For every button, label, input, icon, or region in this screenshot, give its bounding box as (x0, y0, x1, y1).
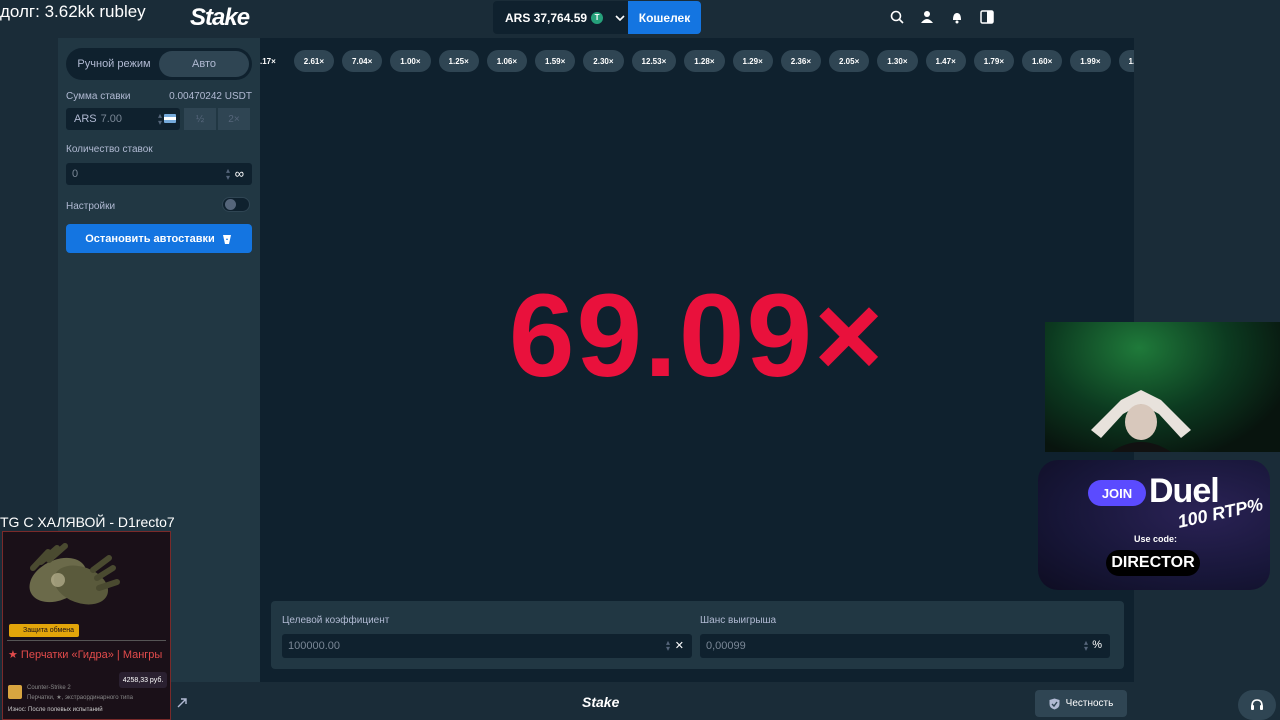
tab-manual[interactable]: Ручной режим (69, 51, 159, 77)
history-pill[interactable]: 1.59× (535, 50, 576, 72)
join-button[interactable]: JOIN (1088, 480, 1146, 506)
fairness-button[interactable]: Честность (1035, 690, 1127, 717)
use-code-label: Use code: (1134, 534, 1178, 544)
history-pill[interactable]: 1.28× (684, 50, 725, 72)
skin-item-card: Защита обмена ★ Перчатки «Гидра» | Мангр… (2, 531, 171, 720)
promo-code: DIRECTOR (1106, 550, 1200, 576)
stop-autobet-label: Остановить автоставки (85, 232, 215, 245)
history-pill[interactable]: 1.60× (1022, 50, 1063, 72)
support-button[interactable] (1238, 690, 1276, 720)
item-price: 4258,33 руб. (119, 672, 167, 688)
streamer-silhouette (1091, 390, 1191, 452)
bet-amount-usdt: 0.00470242 USDT (169, 91, 252, 102)
duel-promo-banner[interactable]: JOIN Duel 100 RTP% Use code: DIRECTOR (1038, 460, 1270, 590)
item-game: Counter-Strike 2 (27, 685, 71, 691)
fairness-label: Честность (1065, 698, 1114, 709)
history-bar: .17× 2.61× 7.04× 1.00× 1.25× 1.06× 1.59× 2.30× 1… (260, 50, 1134, 72)
history-pill[interactable]: 12.53× (631, 50, 677, 72)
headset-icon (1251, 699, 1263, 710)
target-multiplier-label: Целевой коэффициент (282, 615, 390, 626)
stream-tg-overlay: TG С ХАЛЯВОЙ - D1recto7 (0, 514, 175, 530)
game-area: .17× 2.61× 7.04× 1.00× 1.25× 1.06× 1.59× 2.30× 1… (260, 38, 1134, 682)
history-pill[interactable]: 1.29× (732, 50, 773, 72)
stake-logo[interactable]: Stake (190, 4, 250, 32)
footer-stake-logo: Stake (582, 694, 620, 710)
search-icon[interactable] (889, 9, 905, 25)
history-pill[interactable]: 1.79× (973, 50, 1014, 72)
half-bet-button[interactable]: ½ (184, 108, 216, 130)
stream-debt-overlay: долг: 3.62kk rubley (0, 2, 146, 21)
history-pill[interactable]: .17× (260, 50, 286, 72)
history-pill[interactable]: 1.99× (1070, 50, 1111, 72)
bet-amount-input[interactable]: ARS 7.00 ▴ ▾ (66, 108, 180, 130)
top-bar: долг: 3.62kk rubley Stake ARS 37,764.59 … (0, 0, 1280, 36)
item-type: Перчатки, ★, экстраординарного типа (27, 695, 133, 701)
history-pill[interactable]: 1.63× (1118, 50, 1134, 72)
history-pill[interactable]: 2.36× (780, 50, 821, 72)
win-chance-value: 0,00099 (706, 640, 746, 652)
history-pill[interactable]: 1.00× (390, 50, 431, 72)
spinner-arrows-icon[interactable]: ▴ ▾ (1084, 639, 1088, 653)
user-icon[interactable] (919, 9, 935, 25)
history-pill[interactable]: 7.04× (342, 50, 383, 72)
bet-value: 7.00 (100, 113, 123, 125)
item-wear: Износ: После полевых испытаний (8, 707, 103, 713)
sidebar-toggle-icon[interactable] (979, 9, 995, 25)
win-chance-input[interactable]: 0,00099 ▴ ▾ % (700, 634, 1110, 658)
card-divider (7, 640, 166, 641)
percent-icon: % (1092, 639, 1102, 651)
crash-multiplier: 69.09× (508, 270, 886, 402)
history-pill[interactable]: 1.25× (438, 50, 479, 72)
history-pill[interactable]: 1.30× (877, 50, 918, 72)
double-bet-button[interactable]: 2× (218, 108, 250, 130)
cs2-game-icon (8, 685, 22, 699)
bet-amount-label: Сумма ставки (66, 91, 131, 102)
mode-switch: Ручной режим Авто (66, 48, 252, 80)
history-pill[interactable]: 1.06× (486, 50, 528, 72)
spinner-arrows-icon[interactable]: ▴ ▾ (226, 167, 230, 182)
bet-count-input[interactable]: 0 ▴ ▾ ∞ (66, 163, 252, 185)
settings-label: Настройки (66, 201, 116, 212)
spinner-arrows-icon[interactable]: ▴ ▾ (158, 112, 162, 127)
external-link-icon[interactable] (176, 696, 188, 714)
shield-check-icon (1049, 698, 1060, 709)
webcam-overlay (1045, 322, 1280, 452)
item-name: ★ Перчатки «Гидра» | Мангры (8, 649, 163, 661)
game-footer: Stake Честность (0, 682, 1280, 720)
chevron-down-icon (613, 11, 627, 25)
settings-toggle[interactable] (222, 197, 250, 212)
bet-count-label: Количество ставок (66, 144, 153, 155)
tab-auto[interactable]: Авто (159, 51, 249, 77)
argentina-flag-icon (164, 114, 176, 123)
infinity-icon[interactable]: ∞ (235, 166, 244, 181)
cards-icon (222, 234, 231, 244)
stop-autobet-button[interactable]: Остановить автоставки (66, 224, 252, 253)
balance-amount: ARS 37,764.59 (505, 10, 588, 25)
history-pill[interactable]: 2.05× (829, 50, 870, 72)
win-chance-label: Шанс выигрыша (700, 615, 777, 626)
history-pill[interactable]: 2.61× (293, 50, 335, 72)
spinner-arrows-icon[interactable]: ▴ ▾ (666, 639, 670, 653)
gloves-image (29, 543, 120, 605)
wallet-button[interactable]: Кошелек (628, 1, 701, 34)
multiply-icon: ✕ (674, 640, 684, 652)
target-multiplier-value: 100000.00 (288, 640, 340, 652)
target-multiplier-input[interactable]: 100000.00 ▴ ▾ ✕ (282, 634, 692, 658)
trade-protection-badge: Защита обмена (9, 624, 79, 637)
bet-count-value: 0 (72, 168, 79, 180)
balance-selector[interactable]: ARS 37,764.59 T (493, 1, 628, 34)
target-controls: Целевой коэффициент 100000.00 ▴ ▾ ✕ Шанс … (271, 601, 1124, 669)
tether-icon: T (591, 11, 604, 24)
history-pill[interactable]: 1.47× (925, 50, 966, 72)
toggle-knob (225, 199, 236, 210)
bet-currency: ARS (74, 113, 97, 125)
bell-icon[interactable] (949, 9, 965, 25)
history-pill[interactable]: 2.30× (583, 50, 624, 72)
